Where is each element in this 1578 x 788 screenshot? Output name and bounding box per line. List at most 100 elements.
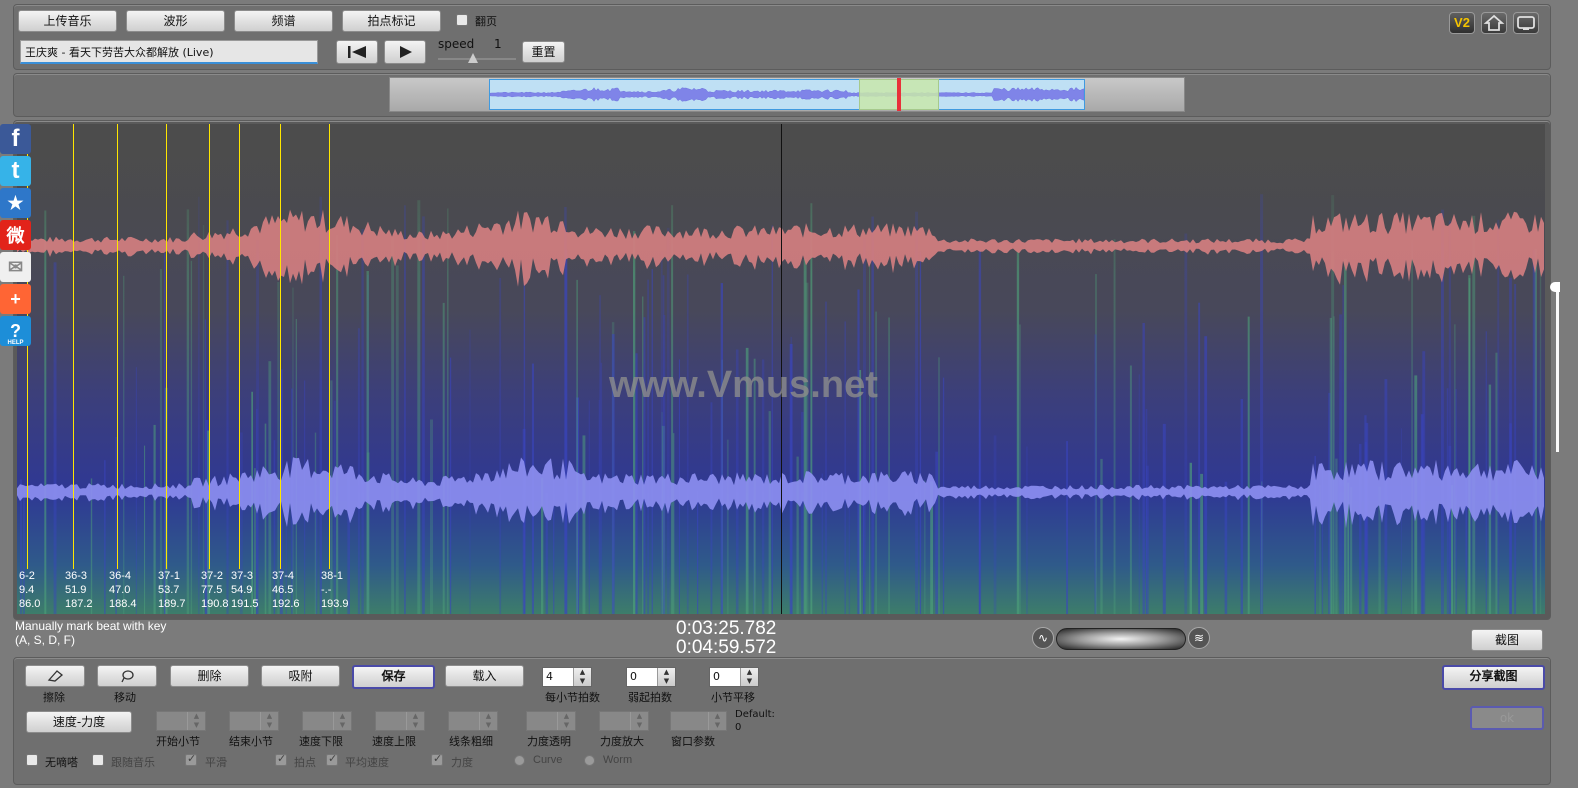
force-alpha-label: 力度透明 — [527, 735, 571, 748]
spectrum-tab[interactable]: 频谱 — [234, 10, 333, 32]
ok-button[interactable]: ok — [1470, 706, 1544, 730]
beats-per-bar-value: 4 — [546, 670, 553, 683]
beat-marker-label: 37-1 53.7 189.7 — [158, 569, 186, 611]
play-icon — [400, 46, 412, 58]
curve-radio[interactable] — [514, 755, 525, 766]
beats-per-bar-stepper[interactable]: 4 ▲ ▼ — [542, 667, 592, 687]
beat-point-label: 拍点 — [294, 756, 316, 769]
overview-playhead[interactable] — [897, 78, 901, 111]
force-checkbox[interactable] — [431, 752, 443, 766]
help-icon[interactable]: ? HELP — [0, 316, 31, 346]
speed-force-button[interactable]: 速度-力度 — [26, 711, 132, 733]
force-label: 力度 — [451, 756, 473, 769]
speed-max-stepper[interactable]: ▲ ▼ — [375, 711, 425, 731]
speed-slider-thumb[interactable] — [468, 53, 479, 63]
avg-speed-checkbox[interactable] — [326, 752, 338, 766]
hint-line-1: Manually mark beat with key — [15, 619, 167, 633]
favorite-star-icon[interactable]: ★ — [0, 188, 31, 218]
waveform-small-icon[interactable]: ∿ — [1032, 627, 1054, 649]
watermark: www.Vmus.net — [609, 364, 878, 406]
vertical-scroll-track[interactable] — [1556, 282, 1559, 452]
weak-beats-stepper[interactable]: 0 ▲ ▼ — [626, 667, 676, 687]
worm-radio[interactable] — [584, 755, 595, 766]
help-text: HELP — [7, 340, 24, 346]
force-alpha-stepper[interactable]: ▲ ▼ — [526, 711, 576, 731]
beat-marker-time: 86.0 — [19, 598, 41, 610]
window-param-label: 窗口参数 — [671, 735, 715, 748]
twitter-icon[interactable]: t — [0, 156, 31, 186]
line-width-stepper[interactable]: ▲ ▼ — [448, 711, 498, 731]
beat-marker-line[interactable] — [280, 124, 281, 569]
stepper-arrows[interactable]: ▲ ▼ — [740, 668, 758, 686]
speed-min-stepper[interactable]: ▲ ▼ — [302, 711, 352, 731]
email-icon[interactable]: ✉ — [0, 252, 31, 282]
default-label: Default: — [735, 709, 775, 720]
bar-offset-stepper[interactable]: 0 ▲ ▼ — [709, 667, 759, 687]
beat-mark-tab[interactable]: 拍点标记 — [342, 10, 441, 32]
screenshot-button[interactable]: 截图 — [1471, 629, 1543, 651]
snap-button[interactable]: 吸附 — [261, 665, 340, 687]
save-button[interactable]: 保存 — [352, 665, 435, 689]
beat-marker-label: 37-2 77.5 190.8 — [201, 569, 229, 611]
page-turn-checkbox[interactable] — [456, 14, 468, 26]
reset-button[interactable]: 重置 — [522, 41, 565, 63]
overview-track[interactable] — [389, 77, 1185, 112]
speed-value: 1 — [494, 37, 502, 51]
delete-button[interactable]: 删除 — [170, 665, 249, 687]
beat-marker-line[interactable] — [166, 124, 167, 569]
beat-marker-label: 6-2 — [19, 570, 35, 582]
force-scale-stepper[interactable]: ▲ ▼ — [599, 711, 649, 731]
stepper-arrows[interactable]: ▲ ▼ — [657, 668, 675, 686]
beat-marker-label: 36-4 — [109, 570, 132, 582]
spectrogram-view[interactable]: www.Vmus.net 6-2 9.4 86.0 36-3 51.9 187.2 36-4… — [17, 124, 1545, 614]
start-bar-label: 开始小节 — [156, 735, 200, 748]
beat-marker-line[interactable] — [117, 124, 118, 569]
vertical-scroll-thumb[interactable] — [1550, 282, 1560, 292]
smooth-checkbox[interactable] — [185, 752, 197, 766]
load-button[interactable]: 载入 — [445, 665, 524, 687]
start-bar-stepper[interactable]: ▲ ▼ — [156, 711, 206, 731]
stepper-arrows[interactable]: ▲ ▼ — [406, 712, 424, 730]
speed-slider[interactable] — [438, 53, 516, 65]
window-param-stepper[interactable]: ▲ ▼ — [670, 711, 727, 731]
upload-music-button[interactable]: 上传音乐 — [18, 10, 117, 32]
zoom-slider-track[interactable] — [1056, 628, 1186, 650]
waveform-tab[interactable]: 波形 — [126, 10, 225, 32]
beat-marker-line[interactable] — [239, 124, 240, 569]
song-title-field[interactable]: 王庆爽 - 看天下劳苦大众都解放 (Live) — [20, 40, 318, 64]
no-beep-checkbox[interactable] — [26, 754, 38, 766]
stepper-arrows[interactable]: ▲ ▼ — [708, 712, 726, 730]
zoom-control[interactable]: ∿ ≋ — [1032, 627, 1210, 651]
stepper-arrows[interactable]: ▲ ▼ — [479, 712, 497, 730]
fullscreen-button[interactable] — [1513, 12, 1539, 34]
move-button[interactable] — [97, 665, 157, 687]
stepper-arrows[interactable]: ▲ ▼ — [630, 712, 648, 730]
home-icon — [1483, 14, 1505, 31]
weibo-icon[interactable]: 微 — [0, 220, 31, 250]
beat-marker-time: 188.4 — [109, 598, 137, 610]
hint-line-2: (A, S, D, F) — [15, 633, 75, 647]
beat-marker-line[interactable] — [209, 124, 210, 569]
line-width-label: 线条粗细 — [449, 735, 493, 748]
stepper-arrows[interactable]: ▲ ▼ — [333, 712, 351, 730]
rewind-button[interactable] — [336, 40, 378, 64]
overview-waveform[interactable] — [489, 79, 1085, 110]
beat-marker-bpm: 9.4 — [19, 584, 35, 596]
waveform-large-icon[interactable]: ≋ — [1188, 627, 1210, 649]
share-screenshot-button[interactable]: 分享截图 — [1442, 665, 1545, 690]
end-bar-stepper[interactable]: ▲ ▼ — [229, 711, 279, 731]
share-plus-icon[interactable]: + — [0, 284, 31, 314]
play-button[interactable] — [384, 40, 426, 64]
facebook-icon[interactable]: f — [0, 124, 31, 154]
beat-point-checkbox[interactable] — [275, 752, 287, 766]
stepper-arrows[interactable]: ▲ ▼ — [557, 712, 575, 730]
follow-music-checkbox[interactable] — [92, 754, 104, 766]
beat-marker-line[interactable] — [329, 124, 330, 569]
beat-marker-line[interactable] — [73, 124, 74, 569]
stepper-arrows[interactable]: ▲ ▼ — [573, 668, 591, 686]
erase-button[interactable] — [25, 665, 85, 687]
stepper-arrows[interactable]: ▲ ▼ — [187, 712, 205, 730]
stepper-arrows[interactable]: ▲ ▼ — [260, 712, 278, 730]
home-button[interactable] — [1481, 12, 1507, 34]
v2-badge[interactable]: V2 — [1449, 12, 1475, 34]
